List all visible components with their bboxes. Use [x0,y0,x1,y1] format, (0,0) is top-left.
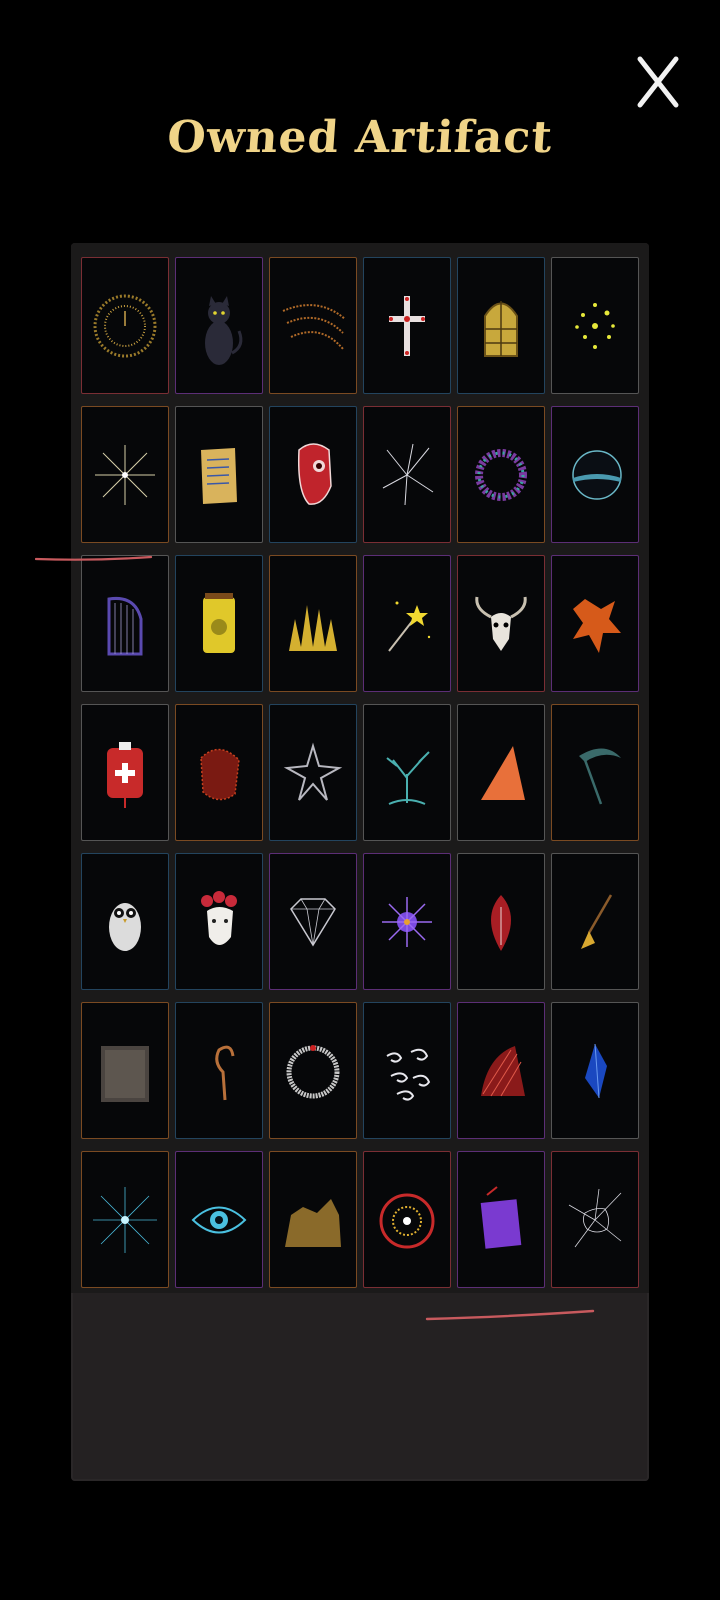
artifact-card[interactable] [457,555,545,692]
artifact-card[interactable] [175,257,263,394]
artifact-card[interactable] [551,1002,639,1139]
artifact-card[interactable] [175,1002,263,1139]
holy-cross-icon [389,295,425,356]
shattered-burst-icon [382,443,434,505]
static-noise-icon [101,1045,149,1102]
flower-wreath-icon [475,448,527,501]
red-leaf-icon [491,894,511,951]
artifact-card[interactable] [81,257,169,394]
owl-icon [109,902,141,951]
artifact-card[interactable] [363,853,451,990]
page-title: Owned Artifact [165,112,555,163]
artifact-card[interactable] [551,257,639,394]
sun-wheel-icon [379,1193,435,1248]
close-button[interactable] [636,55,680,109]
rope-icon [215,1045,235,1100]
dark-moon-icon [572,449,622,500]
dead-tree-icon [386,750,430,805]
harp-icon [107,596,143,655]
artifact-card[interactable] [457,257,545,394]
stained-glass-window-icon [484,300,518,357]
artifact-card[interactable] [363,555,451,692]
artifact-card[interactable] [457,704,545,841]
artifact-card[interactable] [457,853,545,990]
pen-mark [425,1309,595,1321]
rose-mask-icon [201,890,237,945]
artifact-card[interactable] [269,853,357,990]
artifact-card[interactable] [551,406,639,543]
swirling-winds-icon [386,1048,431,1101]
close-icon [637,56,679,108]
artifact-card[interactable] [457,1002,545,1139]
purple-tome-icon [480,1185,522,1249]
blood-bag-icon [107,741,143,808]
artifact-grid [81,257,639,1288]
artifact-card[interactable] [269,1002,357,1139]
radiant-star-icon [95,444,155,505]
artifact-card[interactable] [551,853,639,990]
artifact-card[interactable] [457,1151,545,1288]
artifact-card[interactable] [551,555,639,692]
red-face-icon [200,748,240,800]
artifact-card[interactable] [81,853,169,990]
goat-skull-icon [475,596,527,651]
artifact-card[interactable] [269,555,357,692]
black-cat-icon [205,295,243,365]
artifact-card[interactable] [269,257,357,394]
artifact-card[interactable] [363,1151,451,1288]
artifact-card[interactable] [363,704,451,841]
scythe-icon [579,747,621,804]
artifact-card[interactable] [175,555,263,692]
spiked-star-icon [283,742,343,801]
yellow-jar-icon [203,592,235,653]
golden-mound-icon [285,1198,341,1247]
artifact-card[interactable] [175,853,263,990]
ancient-scroll-icon [201,447,237,504]
diamond-icon [290,897,336,946]
artifact-card[interactable] [363,257,451,394]
artifact-card[interactable] [175,704,263,841]
artifact-card[interactable] [269,406,357,543]
magic-wand-icon [388,601,431,652]
artifact-card[interactable] [363,406,451,543]
yellow-spores-icon [575,302,615,349]
red-fan-icon [481,1045,525,1096]
artifact-card[interactable] [363,1002,451,1139]
orange-shard-icon [481,745,525,800]
golden-crown-spikes-icon [289,604,337,651]
blue-crystal-icon [585,1043,607,1098]
artifact-card[interactable] [81,704,169,841]
broom-icon [581,893,613,949]
artifact-card[interactable] [175,406,263,543]
artifact-card[interactable] [81,1151,169,1288]
artifact-card[interactable] [269,1151,357,1288]
artifact-card[interactable] [551,1151,639,1288]
pen-mark [35,555,153,561]
artifact-card[interactable] [81,1002,169,1139]
orange-splatter-icon [573,598,621,653]
purple-urchin-icon [382,896,432,947]
artifact-card[interactable] [551,704,639,841]
cyan-burst-icon [93,1186,157,1253]
ouroboros-icon [286,1044,340,1098]
artifact-card[interactable] [175,1151,263,1288]
amber-scratches-icon [282,303,346,350]
artifact-card[interactable] [457,406,545,543]
red-mask-icon [297,442,332,505]
artifact-card[interactable] [81,406,169,543]
spider-web-icon [568,1188,622,1247]
all-seeing-eye-icon [191,1206,247,1233]
artifact-card[interactable] [269,704,357,841]
golden-clock-icon [93,294,157,357]
artifact-card[interactable] [81,555,169,692]
